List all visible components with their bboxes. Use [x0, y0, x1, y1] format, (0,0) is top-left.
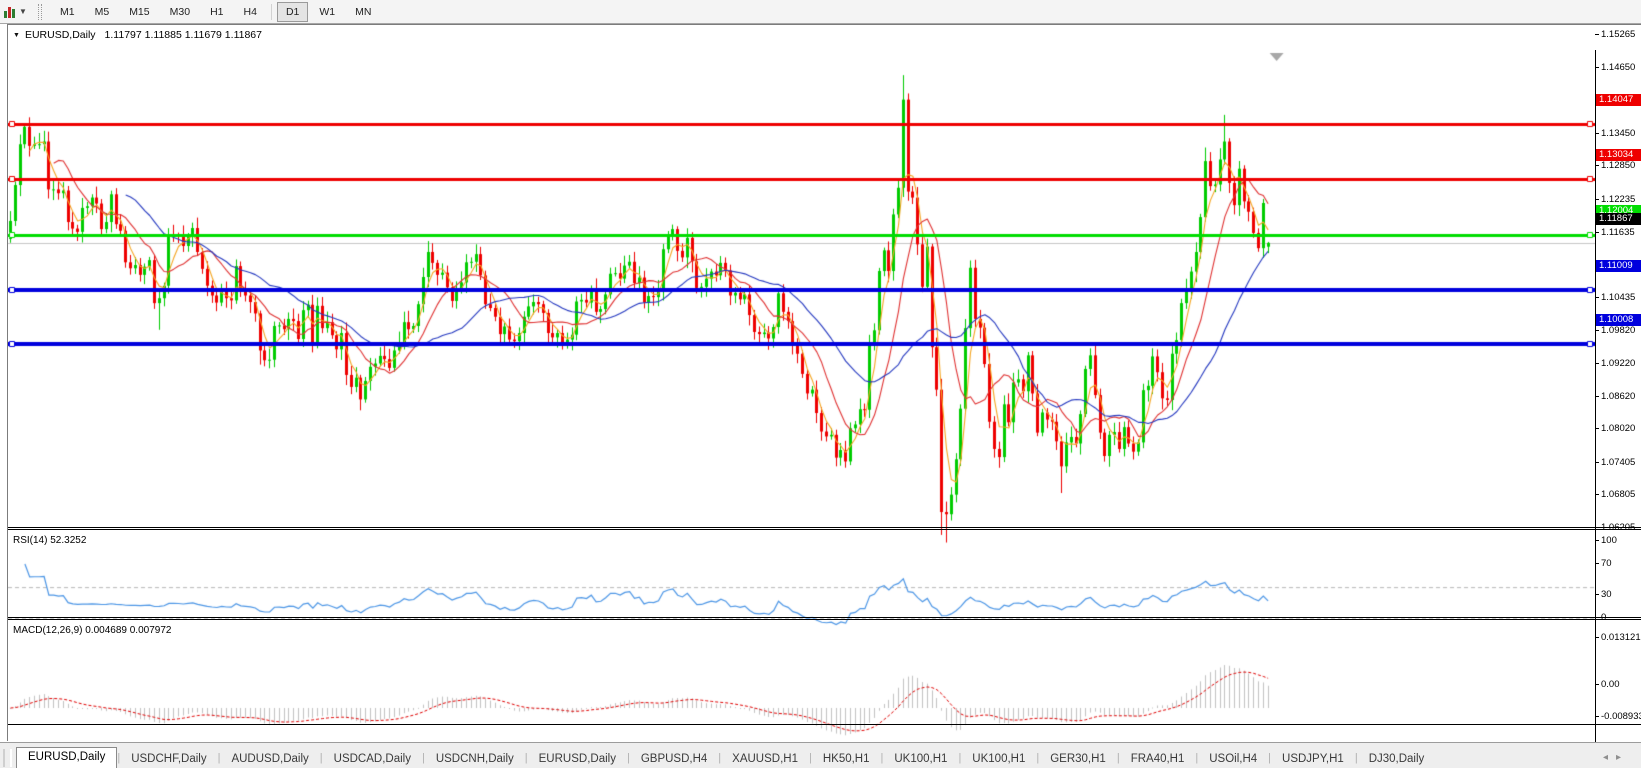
chart-periods-icon[interactable]: ▼ [4, 3, 34, 21]
price-axis-label: 1.10435 [1601, 291, 1636, 303]
timeframe-button-m1[interactable]: M1 [51, 2, 84, 22]
price-axis-label: 1.08020 [1601, 423, 1636, 435]
chart-tab-usdcad-daily-3[interactable]: USDCAD,Daily [323, 750, 422, 768]
price-axis-label: 1.07405 [1601, 456, 1636, 468]
terminal-root: ▼ M1 M5 M15 M30 H1 H4 D1 W1 MN ▼ EURUSD,Daily 1.11… [0, 0, 1641, 768]
chart-tab-eurusd-daily[interactable]: EURUSD,Daily [16, 747, 118, 768]
rsi-pane-top-border [8, 529, 1641, 530]
timeframe-toolbar: ▼ M1 M5 M15 M30 H1 H4 D1 W1 MN [0, 0, 1641, 24]
chart-window: ▼ EURUSD,Daily 1.11797 1.11885 1.11679 1.1… [0, 24, 1641, 763]
chart-title-quotes: 1.11797 1.11885 1.11679 1.11867 [104, 29, 262, 41]
hline-price-chip: 1.11009 [1595, 259, 1641, 272]
timeframe-button-m5[interactable]: M5 [86, 2, 119, 22]
price-axis-label: 1.15265 [1601, 29, 1636, 40]
macd-axis-label: 0.013121 [1601, 632, 1641, 643]
macd-pane-top-border [8, 619, 1641, 620]
timeframe-button-h1[interactable]: H1 [201, 2, 232, 22]
tab-scroll-left-icon[interactable]: ◂ [1603, 752, 1616, 763]
price-axis-label: 1.08620 [1601, 390, 1636, 402]
toolbar-grip[interactable] [38, 3, 42, 20]
chart-tab-usdjpy-h1-14[interactable]: USDJPY,H1 [1271, 750, 1355, 768]
chevron-down-icon: ▼ [19, 7, 27, 16]
main-pane-bottom-border [8, 527, 1641, 528]
candlestick-icon [4, 6, 16, 18]
chart-tab-bar: EURUSD,Daily | USDCHF,Daily | AUDUSD,Daily | U… [0, 742, 1641, 768]
price-axis-label: 1.14650 [1601, 62, 1636, 74]
chart-tab-hk50-h1-8[interactable]: HK50,H1 [812, 750, 881, 768]
hline-price-chip: 1.14047 [1595, 94, 1641, 107]
price-axis-label: 1.11635 [1601, 226, 1635, 238]
tabbar-grip[interactable] [3, 749, 12, 767]
price-axis-label: 1.09220 [1601, 357, 1636, 369]
price-tick-mark [1595, 34, 1599, 35]
timeframe-button-m30[interactable]: M30 [161, 2, 199, 22]
macd-axis-label: -0.008933 [1601, 711, 1641, 722]
macd-label: MACD(12,26,9) 0.004689 0.007972 [13, 625, 172, 636]
timeframe-button-h4[interactable]: H4 [235, 2, 266, 22]
timeframe-separator [270, 3, 272, 20]
chart-tab-ger30-h1-11[interactable]: GER30,H1 [1039, 750, 1117, 768]
hline-price-chip: 1.10008 [1595, 314, 1641, 327]
timeframe-button-d1[interactable]: D1 [276, 1, 309, 22]
chart-tab-usdcnh-daily-4[interactable]: USDCNH,Daily [425, 750, 525, 768]
price-axis-label: 1.09820 [1601, 325, 1636, 337]
rsi-axis-label: 100 [1601, 535, 1617, 546]
chart-tab-dj30-daily-15[interactable]: DJ30,Daily [1358, 750, 1436, 768]
chart-tab-xauusd-h1-7[interactable]: XAUUSD,H1 [721, 750, 809, 768]
price-axis-line [1595, 50, 1596, 750]
timeframe-group: M1 M5 M15 M30 H1 H4 D1 W1 MN [50, 1, 381, 22]
current-price-chip: 1.11867 [1595, 212, 1641, 225]
timeframe-button-w1[interactable]: W1 [310, 2, 344, 22]
rsi-axis-label: 70 [1601, 558, 1612, 569]
chart-tab-uk100-h1-9[interactable]: UK100,H1 [883, 750, 958, 768]
rsi-label: RSI(14) 52.3252 [13, 535, 87, 546]
chart-tab-fra40-h1-12[interactable]: FRA40,H1 [1120, 750, 1196, 768]
rsi-axis-label: 30 [1601, 589, 1612, 600]
price-axis-label: 1.12850 [1601, 160, 1636, 172]
chart-tab-eurusd-daily-5[interactable]: EURUSD,Daily [528, 750, 627, 768]
macd-pane-bottom-border [8, 724, 1641, 725]
price-axis-label: 1.13450 [1601, 127, 1636, 139]
timeframe-button-mn[interactable]: MN [346, 2, 380, 22]
tabs-holder: EURUSD,Daily | USDCHF,Daily | AUDUSD,Daily | U… [16, 747, 1435, 768]
rsi-pane-bottom-border [8, 617, 1641, 618]
chart-title-symbol: EURUSD,Daily [24, 29, 96, 41]
chart-tab-gbpusd-h4-6[interactable]: GBPUSD,H4 [630, 750, 718, 768]
chart-tab-audusd-daily-2[interactable]: AUDUSD,Daily [220, 750, 319, 768]
chart-tab-usoil-h4-13[interactable]: USOil,H4 [1198, 750, 1268, 768]
chart-title: ▼ EURUSD,Daily 1.11797 1.11885 1.11679 1.1… [13, 29, 262, 41]
tab-scroll-arrows: ◂▸ [1603, 752, 1629, 763]
tab-scroll-right-icon[interactable]: ▸ [1616, 752, 1629, 763]
rsi-canvas[interactable] [8, 556, 1595, 643]
price-chart-canvas[interactable] [8, 50, 1595, 553]
macd-axis-label: 0.00 [1601, 679, 1620, 690]
chart-tab-uk100-h1-10[interactable]: UK100,H1 [961, 750, 1036, 768]
macd-canvas[interactable] [8, 646, 1595, 750]
chart-tab-usdchf-daily-1[interactable]: USDCHF,Daily [120, 750, 217, 768]
hline-price-chip: 1.13034 [1595, 149, 1641, 162]
timeframe-button-m15[interactable]: M15 [120, 2, 158, 22]
price-axis-label: 1.06805 [1601, 489, 1636, 501]
dropdown-triangle-icon[interactable]: ▼ [13, 32, 20, 39]
price-axis-label: 1.12235 [1601, 193, 1636, 205]
